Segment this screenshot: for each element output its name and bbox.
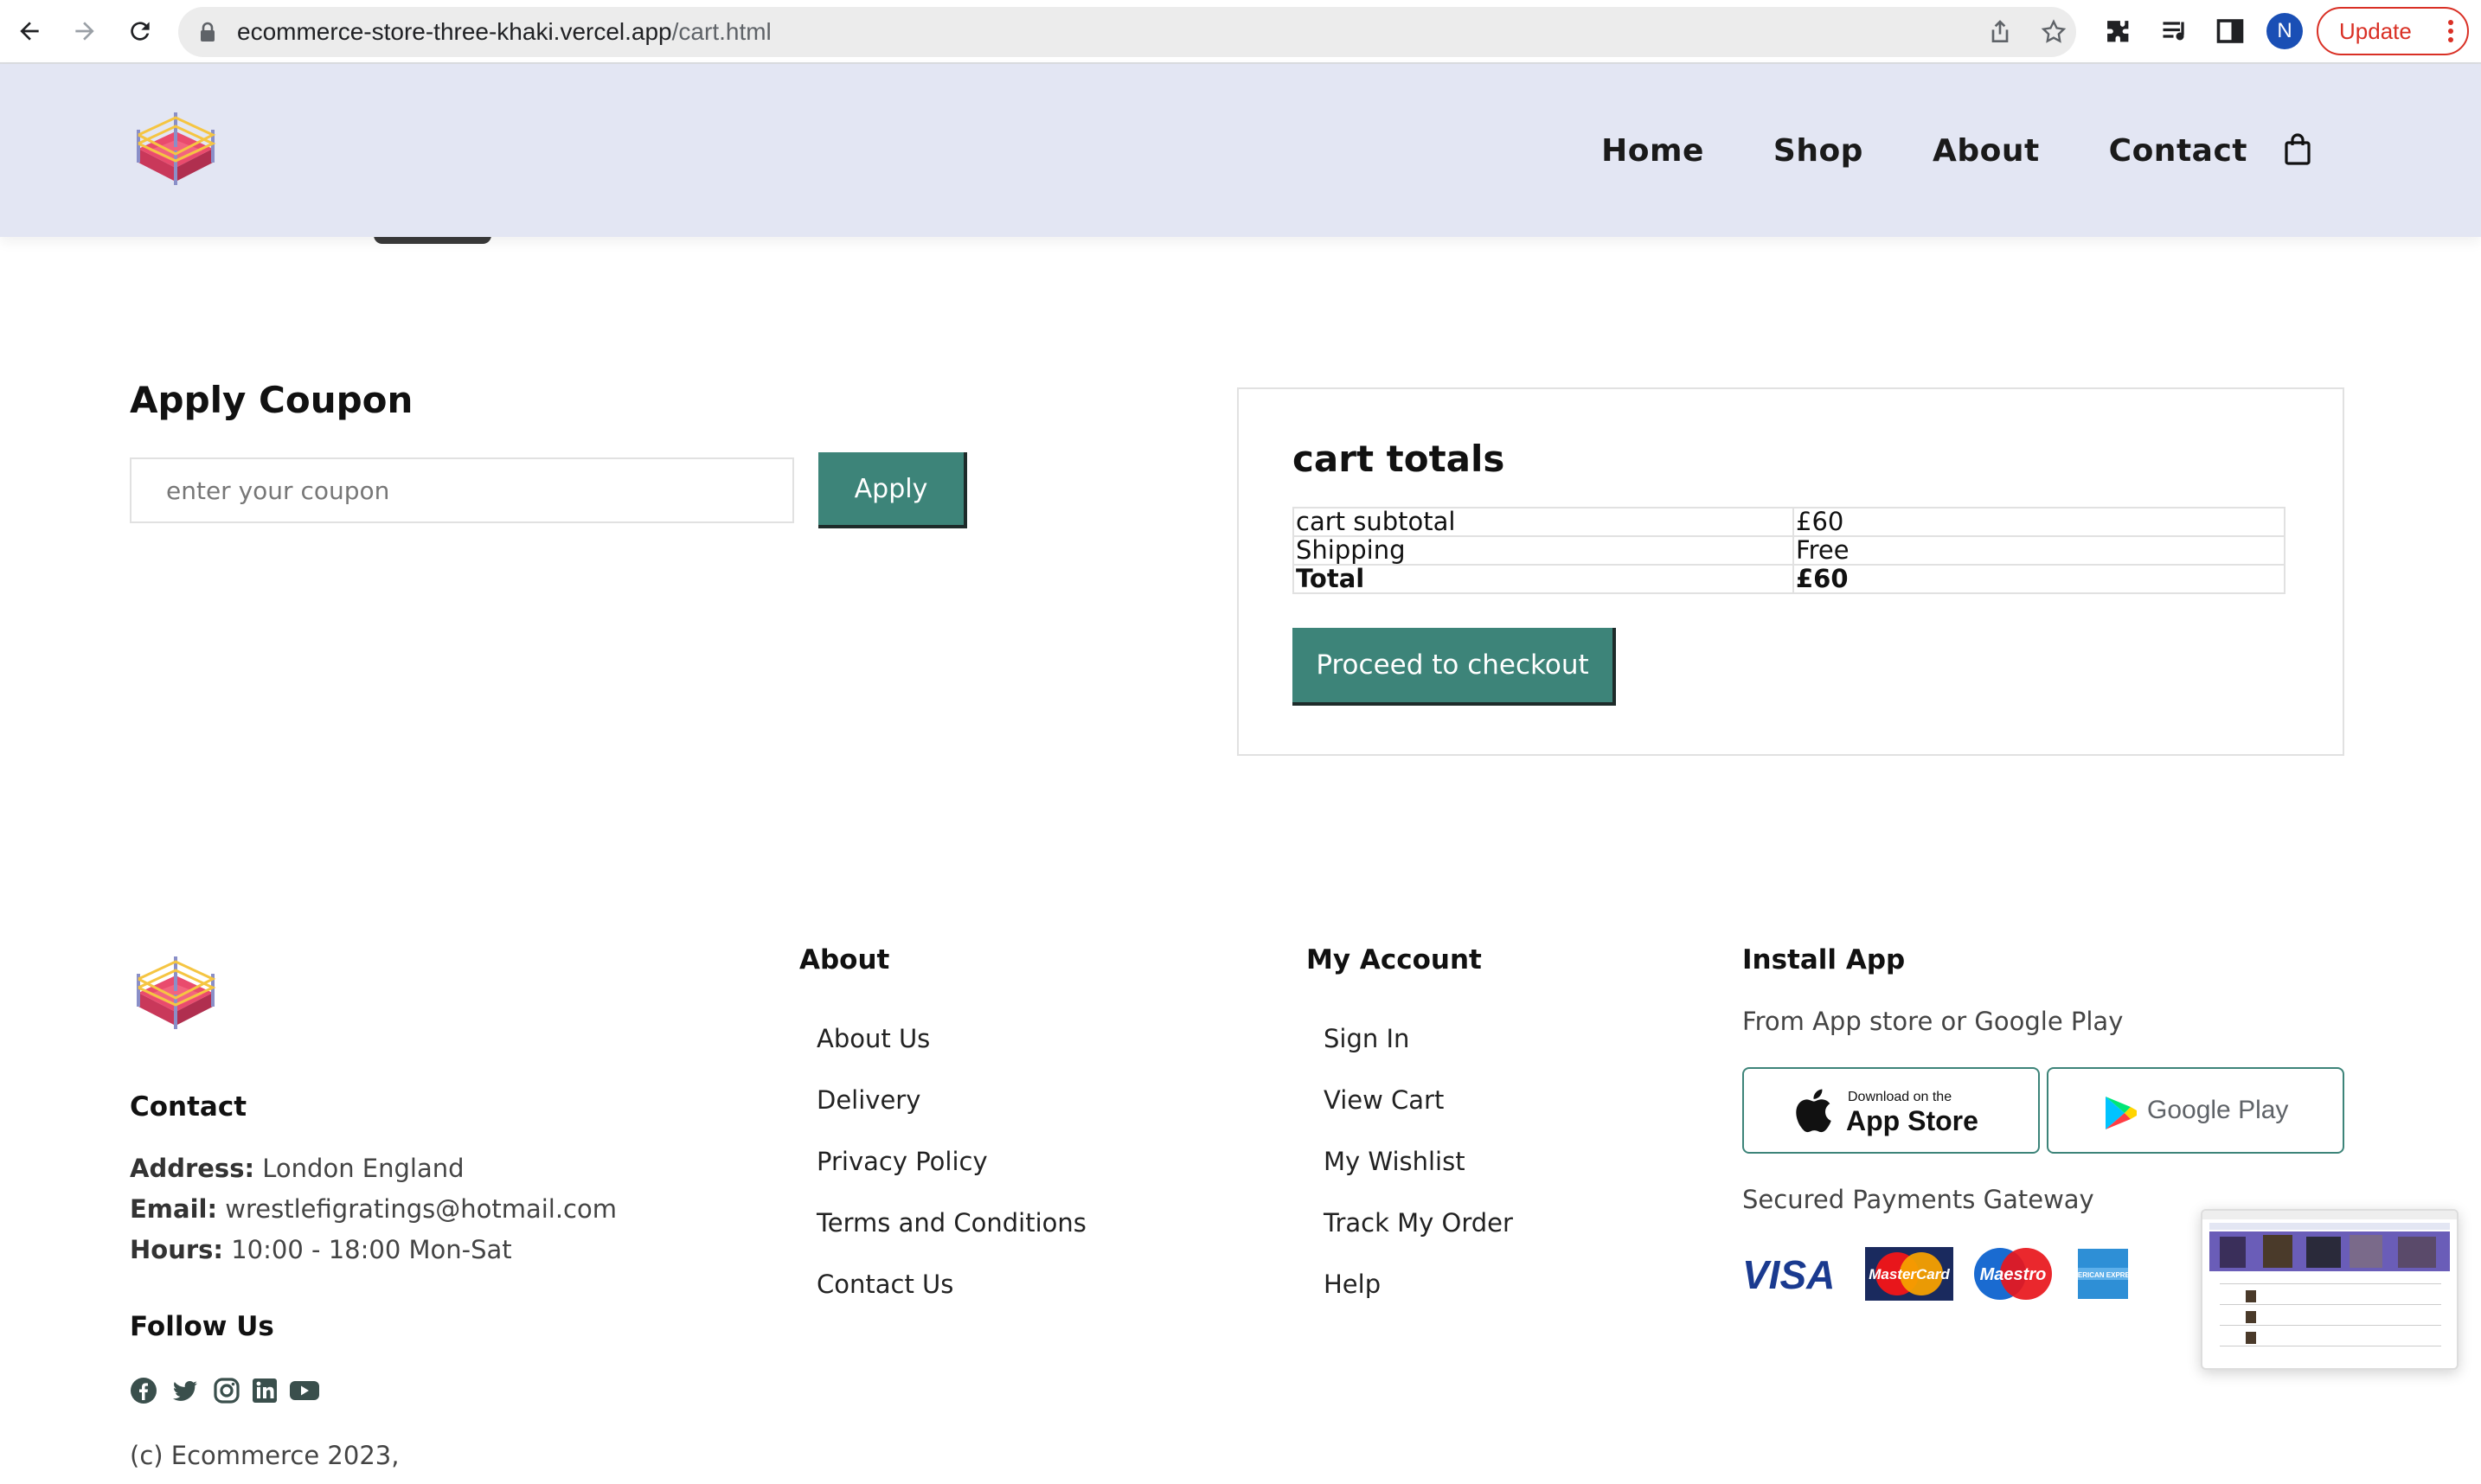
footer-link-about-us[interactable]: About Us — [817, 1024, 930, 1053]
address-bar[interactable]: ecommerce-store-three-khaki.vercel.app/c… — [178, 7, 2076, 57]
forward-button[interactable] — [66, 12, 104, 50]
url-domain: ecommerce-store-three-khaki.vercel.app — [237, 18, 672, 45]
cart-totals-panel: cart totals cart subtotal £60 Shipping F… — [1237, 387, 2344, 756]
maestro-logo-text: Maestro — [1980, 1265, 2047, 1284]
nav-about[interactable]: About — [1933, 133, 2040, 169]
coupon-input[interactable] — [130, 457, 794, 523]
address-value: London England — [262, 1154, 465, 1183]
app-store-big-text: App Store — [1846, 1105, 1978, 1136]
shopping-bag-icon[interactable] — [2284, 133, 2311, 166]
cart-totals-title: cart totals — [1292, 438, 1505, 480]
table-row: Total £60 — [1292, 564, 2285, 594]
app-store-button[interactable]: Download on the App Store — [1742, 1067, 2040, 1154]
subtotal-value: £60 — [1792, 507, 2285, 537]
apple-icon — [1796, 1089, 1831, 1133]
google-play-text: Google Play — [2147, 1096, 2289, 1124]
footer-link-delivery[interactable]: Delivery — [817, 1085, 920, 1115]
install-app-heading: Install App — [1742, 944, 1906, 975]
nav-shop[interactable]: Shop — [1773, 133, 1863, 169]
forward-arrow-icon — [75, 22, 94, 41]
address-label: Address: — [130, 1154, 255, 1183]
thumbnail-preview-icon — [2202, 1211, 2457, 1346]
footer-email: Email: wrestlefigratings@hotmail.com — [130, 1194, 617, 1224]
bookmark-star-icon[interactable] — [2040, 18, 2068, 46]
back-button[interactable] — [10, 12, 48, 50]
url-path: /cart.html — [671, 18, 772, 45]
footer-link-sign-in[interactable]: Sign In — [1324, 1024, 1409, 1053]
google-play-icon — [2106, 1097, 2137, 1129]
visa-logo-icon: VISA — [1742, 1252, 1835, 1297]
browser-toolbar: ecommerce-store-three-khaki.vercel.app/c… — [0, 0, 2481, 64]
media-queue-icon[interactable] — [2159, 16, 2190, 47]
copyright-text: (c) Ecommerce 2023, — [130, 1441, 400, 1470]
proceed-to-checkout-button[interactable]: Proceed to checkout — [1292, 628, 1616, 706]
hours-label: Hours: — [130, 1235, 223, 1264]
instagram-icon[interactable] — [213, 1377, 240, 1404]
table-row: Shipping Free — [1292, 535, 2285, 566]
site-header: Home Shop About Contact — [0, 64, 2481, 237]
footer-about-heading: About — [799, 944, 890, 975]
footer-link-wishlist[interactable]: My Wishlist — [1324, 1147, 1465, 1176]
back-arrow-icon — [20, 22, 39, 41]
install-app-subtitle: From App store or Google Play — [1742, 1007, 2124, 1036]
footer-hours: Hours: 10:00 - 18:00 Mon-Sat — [130, 1235, 512, 1264]
amex-logo-text: AMERICAN EXPRESS — [2076, 1271, 2130, 1279]
nav-home[interactable]: Home — [1601, 133, 1704, 169]
visa-logo-text: VISA — [1742, 1252, 1835, 1297]
footer-contact-heading: Contact — [130, 1091, 247, 1123]
shipping-label: Shipping — [1292, 535, 1794, 566]
twitter-icon[interactable] — [171, 1377, 199, 1404]
footer-link-privacy-policy[interactable]: Privacy Policy — [817, 1147, 988, 1176]
maestro-logo-icon: Maestro — [1974, 1248, 2052, 1300]
share-icon[interactable] — [1986, 18, 2014, 46]
subtotal-label: cart subtotal — [1292, 507, 1794, 537]
extensions-puzzle-icon[interactable] — [2102, 16, 2133, 47]
footer-link-terms[interactable]: Terms and Conditions — [817, 1208, 1087, 1238]
youtube-icon[interactable] — [289, 1377, 320, 1404]
email-label: Email: — [130, 1194, 218, 1224]
secured-payments-text: Secured Payments Gateway — [1742, 1185, 2094, 1214]
footer-account-heading: My Account — [1306, 944, 1482, 975]
coupon-title: Apply Coupon — [130, 379, 414, 421]
screenshot-thumbnail[interactable] — [2201, 1209, 2459, 1370]
mastercard-logo-text: MasterCard — [1869, 1266, 1950, 1283]
mastercard-logo-icon: MasterCard — [1865, 1247, 1953, 1301]
update-button[interactable]: Update — [2317, 7, 2469, 55]
table-row: cart subtotal £60 — [1292, 507, 2285, 537]
side-panel-icon[interactable] — [2215, 16, 2246, 47]
total-value: £60 — [1792, 564, 2285, 594]
reload-icon — [131, 22, 150, 41]
total-label: Total — [1292, 564, 1794, 594]
app-store-small-text: Download on the — [1848, 1090, 1952, 1104]
footer-ring-logo-icon — [137, 956, 216, 1029]
apply-coupon-button[interactable]: Apply — [818, 452, 967, 528]
wrestling-ring-logo-icon[interactable] — [130, 106, 221, 197]
amex-logo-icon: AMERICAN EXPRESS — [2076, 1249, 2130, 1299]
main-nav: Home Shop About Contact — [1601, 64, 2247, 237]
nav-contact[interactable]: Contact — [2109, 133, 2247, 169]
menu-dots-icon — [2448, 20, 2453, 42]
profile-avatar[interactable]: N — [2266, 13, 2303, 49]
email-value: wrestlefigratings@hotmail.com — [225, 1194, 617, 1224]
cart-totals-table: cart subtotal £60 Shipping Free Total £6… — [1292, 507, 2285, 594]
hours-value: 10:00 - 18:00 Mon-Sat — [231, 1235, 512, 1264]
facebook-icon[interactable] — [130, 1377, 157, 1404]
footer-link-help[interactable]: Help — [1324, 1270, 1381, 1299]
footer-address: Address: London England — [130, 1154, 465, 1183]
shipping-value: Free — [1792, 535, 2285, 566]
lock-icon — [201, 22, 215, 42]
footer-link-track-order[interactable]: Track My Order — [1324, 1208, 1513, 1238]
footer-link-view-cart[interactable]: View Cart — [1324, 1085, 1444, 1115]
linkedin-icon[interactable] — [251, 1377, 279, 1404]
footer-link-contact-us[interactable]: Contact Us — [817, 1270, 953, 1299]
update-label: Update — [2339, 18, 2412, 44]
follow-us-heading: Follow Us — [130, 1311, 274, 1342]
url-text: ecommerce-store-three-khaki.vercel.app/c… — [237, 7, 772, 57]
google-play-button[interactable]: Google Play — [2047, 1067, 2344, 1154]
reload-button[interactable] — [121, 12, 159, 50]
